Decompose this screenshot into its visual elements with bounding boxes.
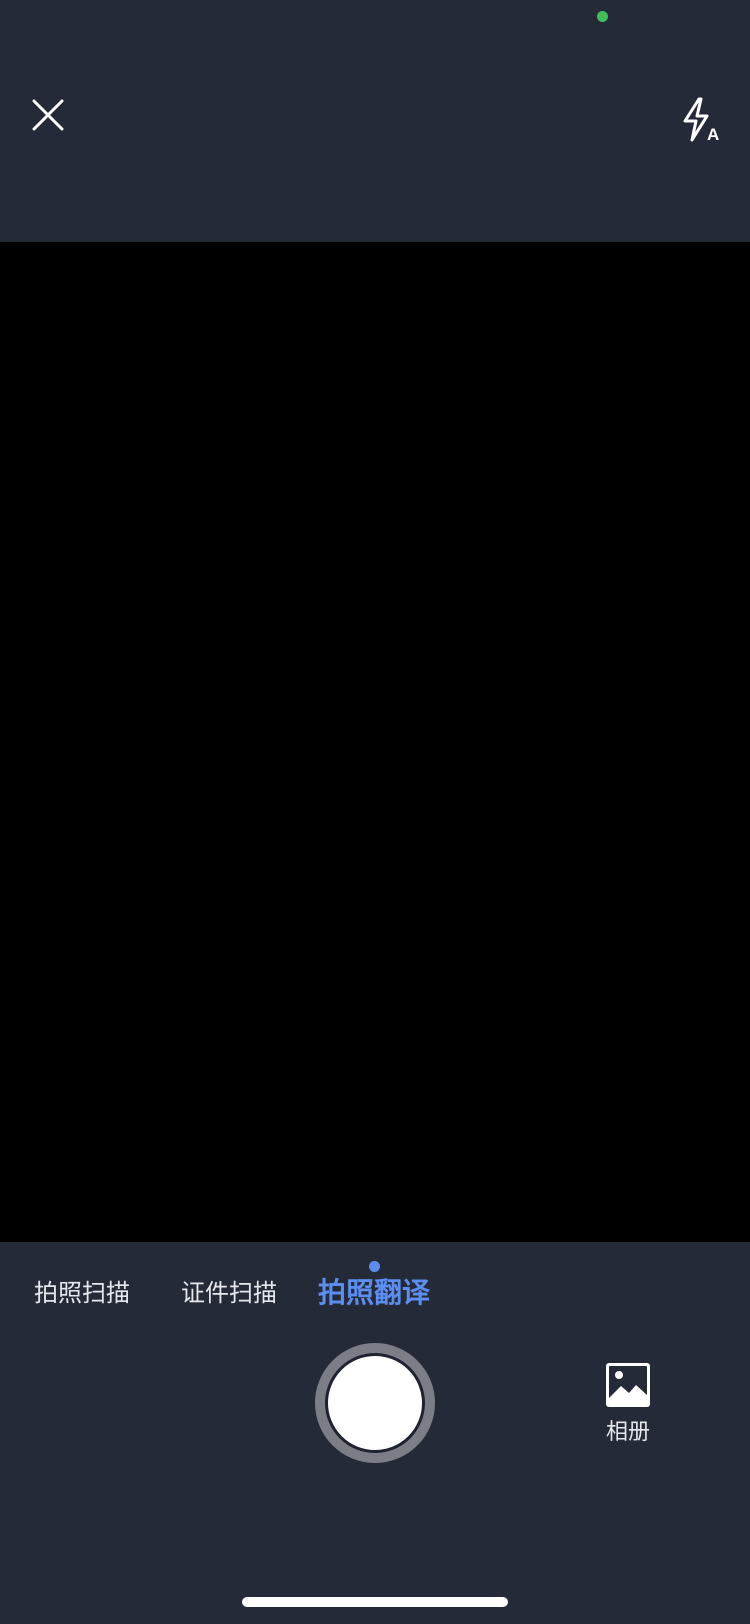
- mode-tab-photo-translate[interactable]: 拍照翻译: [318, 1273, 430, 1313]
- mode-tab-id-scan[interactable]: 证件扫描: [181, 1273, 277, 1313]
- flash-auto-button[interactable]: A: [680, 96, 724, 144]
- active-mode-dot: [369, 1261, 380, 1272]
- album-button[interactable]: 相册: [598, 1362, 658, 1452]
- camera-screen: A 拍照扫描 证件扫描 拍照翻译 相册: [0, 0, 750, 1624]
- svg-text:A: A: [707, 125, 719, 144]
- image-icon: [606, 1363, 650, 1407]
- close-button[interactable]: [28, 95, 68, 135]
- close-icon: [32, 99, 64, 131]
- shutter-button[interactable]: [315, 1343, 435, 1463]
- album-label: 相册: [605, 1420, 650, 1445]
- camera-in-use-indicator: [597, 11, 608, 22]
- home-indicator[interactable]: [242, 1597, 508, 1607]
- shutter-inner: [325, 1353, 425, 1453]
- flash-auto-icon: A: [683, 97, 719, 144]
- top-bar: A: [0, 0, 750, 242]
- camera-viewfinder[interactable]: [0, 242, 750, 1242]
- mode-tab-photo-scan[interactable]: 拍照扫描: [34, 1273, 130, 1313]
